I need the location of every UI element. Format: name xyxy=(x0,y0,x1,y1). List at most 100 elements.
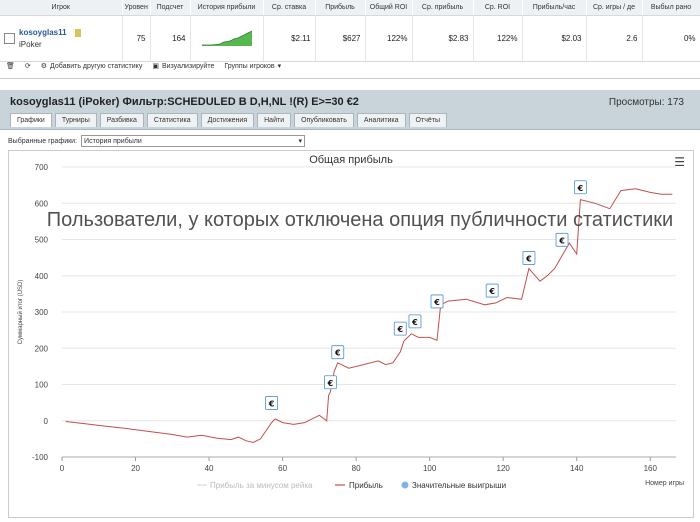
big-win-marker-label: € xyxy=(558,236,565,245)
big-win-marker-label: € xyxy=(488,287,495,296)
avg-roi-value: 122% xyxy=(473,15,523,62)
x-tick-label: 40 xyxy=(205,464,214,473)
tab-reports[interactable]: Отчёты xyxy=(408,113,447,127)
big-win-marker-label: € xyxy=(268,399,275,408)
player-groups-dropdown[interactable]: Группы игроков ▾ xyxy=(224,62,282,71)
y-tick-label: 600 xyxy=(35,199,49,208)
chevron-down-icon: ▾ xyxy=(298,138,303,145)
x-axis-title: Номер игры xyxy=(645,480,684,487)
col-header-profit[interactable]: Прибыль xyxy=(315,0,366,16)
sparkline-chart xyxy=(201,30,252,46)
row-checkbox[interactable] xyxy=(4,33,15,44)
table-row: kosoyglas11 iPoker 75 164 $2.11 $627 122… xyxy=(0,15,700,62)
col-header-history[interactable]: История прибыли xyxy=(190,0,264,16)
y-tick-label: 400 xyxy=(35,272,49,281)
stats-header-row: Игрок Уровен Подсчет История прибыли Ср.… xyxy=(0,0,700,16)
y-tick-label: 200 xyxy=(35,344,49,353)
achievement-icon xyxy=(74,28,81,37)
panel-title: kosoyglas11 (iPoker) Фильтр:SCHEDULED B … xyxy=(10,96,359,108)
add-stats-label: Добавить другую статистику xyxy=(50,62,143,70)
tab-content: Выбранные графики: История прибыли ▾ Общ… xyxy=(0,129,700,518)
views-count: Просмотры: 173 xyxy=(608,97,684,108)
tab-achievements[interactable]: Достижения xyxy=(200,113,255,127)
x-tick-label: 140 xyxy=(570,464,584,473)
big-win-marker-label: € xyxy=(396,325,403,334)
x-tick-label: 0 xyxy=(60,464,65,473)
col-header-player[interactable]: Игрок xyxy=(0,0,123,16)
hamburger-menu-icon[interactable]: ☰ xyxy=(674,155,685,169)
x-tick-label: 20 xyxy=(131,464,140,473)
col-header-avg-roi[interactable]: Ср. ROI xyxy=(473,0,523,16)
player-panel: kosoyglas11 (iPoker) Фильтр:SCHEDULED B … xyxy=(0,90,700,518)
image-icon: ▣ xyxy=(152,63,159,70)
add-stats-button[interactable]: ⚙ Добавить другую статистику xyxy=(40,62,143,71)
col-header-level[interactable]: Уровен xyxy=(122,0,151,16)
sparkline-area xyxy=(201,30,252,46)
settings-icon: ⚙ xyxy=(40,63,48,70)
profit-value: $627 xyxy=(315,15,366,62)
player-room: iPoker xyxy=(19,40,42,49)
legend-label-profit: Прибыль xyxy=(349,481,383,490)
y-tick-label: -100 xyxy=(32,453,49,462)
visualize-button[interactable]: ▣ Визуализируйте xyxy=(152,62,215,71)
legend-label-net: Прибыль за минусом рейка xyxy=(210,481,313,490)
trash-icon[interactable]: 🗑 xyxy=(6,62,15,70)
avg-profit-value: $2.83 xyxy=(412,15,474,62)
privacy-watermark: Пользователи, у которых отключена опция … xyxy=(46,209,674,231)
big-win-marker-label: € xyxy=(327,379,334,388)
x-tick-label: 80 xyxy=(352,464,361,473)
tab-find[interactable]: Найти xyxy=(257,113,292,127)
chart-selector-row: Выбранные графики: История прибыли ▾ xyxy=(8,135,306,147)
early-out-value: 0% xyxy=(642,15,700,62)
refresh-icon[interactable]: ⟳ xyxy=(25,62,31,70)
stats-table: Игрок Уровен Подсчет История прибыли Ср.… xyxy=(0,0,700,79)
count-value: 164 xyxy=(150,15,191,62)
player-cell: kosoyglas11 iPoker xyxy=(0,15,123,62)
x-tick-label: 60 xyxy=(278,464,287,473)
tab-analytics[interactable]: Аналитика xyxy=(356,113,406,127)
selected-charts-label: Выбранные графики: xyxy=(8,137,78,145)
col-header-avg-stake[interactable]: Ср. ставка xyxy=(263,0,316,16)
groups-label: Группы игроков xyxy=(224,62,275,70)
tab-breakdown[interactable]: Разбивка xyxy=(99,113,144,127)
col-header-count[interactable]: Подсчет xyxy=(150,0,191,16)
col-header-early-out[interactable]: Выбыл рано xyxy=(642,0,700,16)
stats-toolbar: 🗑 ⟳ ⚙ Добавить другую статистику ▣ Визуа… xyxy=(6,62,282,71)
x-tick-label: 100 xyxy=(423,464,437,473)
col-header-avg-games[interactable]: Ср. игры / де xyxy=(586,0,643,16)
avg-games-value: 2.6 xyxy=(586,15,643,62)
chevron-down-icon: ▾ xyxy=(277,63,282,70)
tab-charts[interactable]: Графики xyxy=(10,113,52,127)
chart-container: Общая прибыль -100 0 100 200 300 400 500 600 700 0… xyxy=(8,150,694,518)
chart-select[interactable]: История прибыли ▾ xyxy=(81,135,306,147)
big-win-marker-label: € xyxy=(334,349,341,358)
tab-publish[interactable]: Опубликовать xyxy=(294,113,354,127)
col-header-profit-hour[interactable]: Прибыль/час xyxy=(522,0,587,16)
legend-marker-wins xyxy=(401,481,409,489)
y-tick-label: 500 xyxy=(35,236,49,245)
big-win-marker-label: € xyxy=(411,318,418,327)
chart-title: Общая прибыль xyxy=(309,154,393,166)
x-tick-label: 120 xyxy=(497,464,511,473)
y-axis-title: Суммарный итог (USD) xyxy=(17,280,24,345)
total-roi-value: 122% xyxy=(365,15,413,62)
player-name-link[interactable]: kosoyglas11 xyxy=(19,28,67,37)
tab-tournaments[interactable]: Турниры xyxy=(54,113,97,127)
big-win-marker-label: € xyxy=(433,298,440,307)
tab-statistics[interactable]: Статистика xyxy=(146,113,198,127)
x-tick-label: 160 xyxy=(644,464,658,473)
y-tick-label: 100 xyxy=(35,381,49,390)
profit-chart: Общая прибыль -100 0 100 200 300 400 500 600 700 0… xyxy=(17,154,684,490)
profit-hour-value: $2.03 xyxy=(522,15,587,62)
col-header-avg-profit[interactable]: Ср. прибыль xyxy=(412,0,474,16)
y-tick-label: 0 xyxy=(44,417,49,426)
legend-label-wins: Значительные выигрыши xyxy=(412,481,506,490)
chart-select-value: История прибыли xyxy=(84,137,142,145)
level-value: 75 xyxy=(122,15,151,62)
y-tick-label: 300 xyxy=(35,308,49,317)
visualize-label: Визуализируйте xyxy=(161,62,215,70)
col-header-total-roi[interactable]: Общий ROI xyxy=(365,0,413,16)
avg-stake-value: $2.11 xyxy=(263,15,316,62)
profit-history-sparkline xyxy=(190,15,264,62)
big-win-marker-label: € xyxy=(525,254,532,263)
